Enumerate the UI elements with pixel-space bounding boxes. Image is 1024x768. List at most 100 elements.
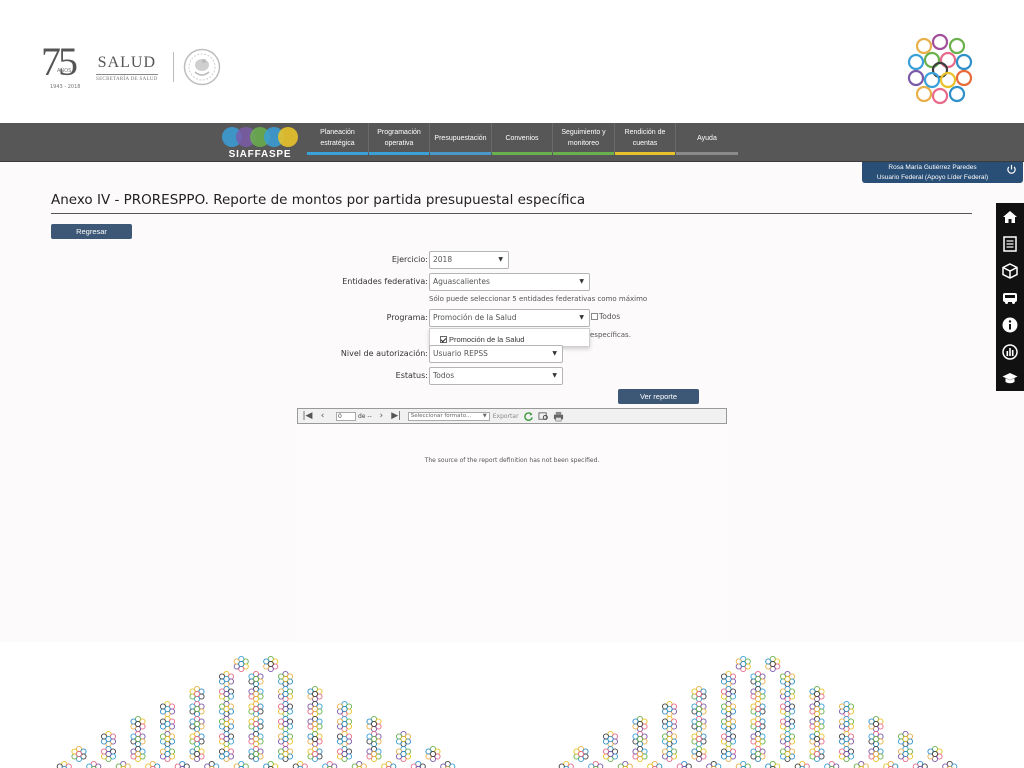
view-report-button[interactable]: Ver reporte [618, 389, 699, 404]
nav-convenios-bar [492, 152, 552, 155]
info-icon [1002, 317, 1018, 332]
info-button[interactable] [996, 311, 1024, 338]
nav-rendicion-label: Rendición de cuentas [624, 129, 666, 147]
programa-label: Programa: [386, 313, 428, 322]
nav-planeacion[interactable]: Planeación estratégica [307, 123, 369, 155]
checkbox-box [591, 313, 598, 320]
logo-75-range: 1943 - 2018 [50, 84, 81, 90]
vehicle-button[interactable] [996, 284, 1024, 311]
top-header: 75 AÑOS 1943 - 2018 SALUD SECRETARÍA DE … [0, 0, 1024, 123]
user-role: Usuario Federal (Apoyo Líder Federal) [876, 174, 989, 181]
page-number-input[interactable]: 0 [336, 411, 356, 421]
national-seal-icon [183, 48, 221, 86]
programa-todos-label: Todos [599, 312, 621, 321]
chevron-down-icon: ▼ [552, 372, 557, 379]
nav-presupuestacion-label: Presupuestación [434, 134, 487, 142]
training-button[interactable] [996, 365, 1024, 392]
logo-75-number: 75 [41, 39, 78, 84]
export-format-placeholder: Seleccionar formato... [410, 412, 472, 419]
nav-convenios[interactable]: Convenios [492, 123, 553, 155]
logo-divider [173, 52, 174, 82]
nivel-select[interactable]: Usuario REPSS ▼ [429, 345, 563, 363]
nav-programacion[interactable]: Programación operativa [369, 123, 430, 155]
user-badge: Rosa María Gutiérrez Paredes Usuario Fed… [862, 162, 1023, 183]
search-icon[interactable] [538, 411, 549, 422]
logout-power-icon[interactable] [1006, 164, 1017, 175]
ejercicio-value: 2018 [433, 255, 453, 264]
entidades-label: Entidades federativa: [342, 277, 428, 286]
nav-rendicion[interactable]: Rendición de cuentas [615, 123, 676, 155]
chevron-down-icon: ▼ [552, 350, 557, 357]
programa-hint-suffix: específicas. [590, 331, 631, 339]
user-name: Rosa María Gutiérrez Paredes [888, 164, 977, 171]
chevron-down-icon: ▼ [482, 412, 487, 419]
chevron-down-icon: ▼ [498, 256, 503, 263]
prev-page-icon[interactable]: ‹ [317, 411, 328, 422]
entidades-select[interactable]: Aguascalientes ▼ [429, 273, 590, 291]
nav-seguimiento-label: Seguimiento y monitoreo [561, 129, 606, 147]
nivel-label: Nivel de autorización: [340, 349, 428, 358]
nav-ayuda-bar [676, 152, 738, 155]
report-viewer-body: The source of the report definition has … [297, 424, 727, 642]
report-viewer-toolbar: |◀ ‹ 0 de -- › ▶| Seleccionar formato...… [297, 408, 727, 424]
siaffaspe-brand[interactable]: SIAFFASPE [219, 123, 301, 162]
footer-rings-decoration [0, 642, 1024, 768]
nav-presupuestacion[interactable]: Presupuestación [430, 123, 492, 155]
home-button[interactable] [996, 203, 1024, 230]
next-page-icon[interactable]: › [376, 411, 387, 422]
nav-programacion-bar [369, 152, 429, 155]
document-list-icon [1003, 235, 1017, 252]
main-navbar: SIAFFASPE Planeación estratégica Program… [0, 123, 1024, 162]
last-page-icon[interactable]: ▶| [391, 411, 402, 422]
report-viewer-message: The source of the report definition has … [424, 457, 600, 464]
programa-value: Promoción de la Salud [433, 313, 517, 322]
nav-rendicion-bar [615, 152, 675, 155]
chevron-down-icon: ▼ [579, 278, 584, 285]
print-icon[interactable] [553, 411, 564, 422]
nav-presupuestacion-bar [430, 152, 491, 155]
chart-icon [1002, 343, 1018, 360]
nav-seguimiento[interactable]: Seguimiento y monitoreo [553, 123, 615, 155]
rings-logo-icon [907, 33, 973, 105]
checkbox-checked[interactable] [440, 336, 447, 343]
estatus-label: Estatus: [395, 371, 428, 380]
nav-seguimiento-bar [553, 152, 614, 155]
nav-ayuda-label: Ayuda [697, 134, 717, 142]
nav-convenios-label: Convenios [505, 134, 539, 142]
brand-circles-icon [222, 127, 298, 147]
logo-salud-subtitle: SECRETARÍA DE SALUD [96, 77, 158, 82]
entidades-hint: Sólo puede seleccionar 5 entidades feder… [429, 295, 648, 303]
ejercicio-label: Ejercicio: [391, 255, 428, 264]
refresh-icon[interactable] [523, 411, 534, 422]
programa-select[interactable]: Promoción de la Salud ▼ [429, 309, 590, 327]
home-icon [1003, 210, 1017, 223]
logo-salud-name: SALUD [96, 54, 158, 75]
export-format-select[interactable]: Seleccionar formato... ▼ [407, 411, 490, 421]
page-title: Anexo IV - PRORESPPO. Reporte de montos … [51, 192, 586, 208]
chart-button[interactable] [996, 338, 1024, 365]
nav-programacion-label: Programación operativa [377, 129, 421, 147]
document-list-button[interactable] [996, 230, 1024, 257]
brand-label: SIAFFASPE [228, 149, 292, 160]
back-button[interactable]: Regresar [51, 224, 132, 239]
estatus-value: Todos [433, 371, 455, 380]
ejercicio-select[interactable]: 2018 ▼ [429, 251, 509, 269]
graduation-cap-icon [1002, 373, 1018, 384]
entidades-value: Aguascalientes [433, 277, 490, 286]
nav-planeacion-bar [307, 152, 368, 155]
logo-75-years: 75 AÑOS 1943 - 2018 [41, 39, 80, 91]
estatus-select[interactable]: Todos ▼ [429, 367, 563, 385]
nivel-value: Usuario REPSS [433, 349, 488, 358]
programa-option-label: Promoción de la Salud [449, 335, 525, 344]
vehicle-icon [1003, 292, 1017, 304]
nav-ayuda[interactable]: Ayuda [676, 123, 738, 155]
page-of-label: de -- [358, 412, 372, 420]
chevron-down-icon: ▼ [579, 314, 584, 321]
logo-salud: SALUD SECRETARÍA DE SALUD [96, 54, 158, 82]
programa-todos-checkbox[interactable]: Todos [591, 312, 620, 321]
first-page-icon[interactable]: |◀ [302, 411, 313, 422]
export-link[interactable]: Exportar [493, 413, 519, 420]
box-icon [1002, 262, 1018, 279]
box-button[interactable] [996, 257, 1024, 284]
title-divider [51, 213, 972, 214]
